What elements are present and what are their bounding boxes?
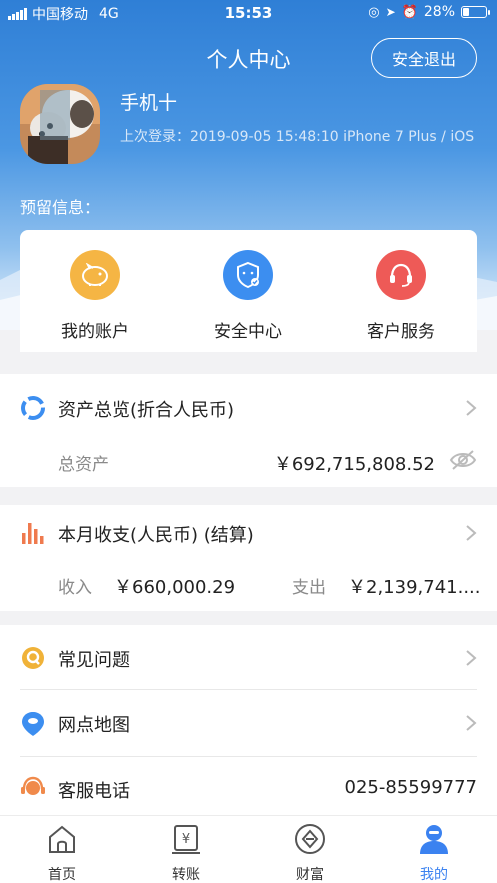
shield-icon <box>223 250 273 300</box>
tab-wealth-label: 财富 <box>296 867 324 883</box>
faq-label: 常见问题 <box>58 650 130 671</box>
total-assets-label: 总资产 <box>58 455 109 475</box>
transfer-icon: ¥ <box>172 825 200 854</box>
tab-home[interactable]: 首页 <box>22 822 102 883</box>
headset-icon <box>376 250 426 300</box>
expense-value: ￥2,139,741.... <box>348 577 481 598</box>
alarm-icon: ⏰ <box>401 4 418 20</box>
expense-label: 支出 <box>292 578 326 598</box>
tab-transfer[interactable]: ¥ 转账 <box>146 822 226 883</box>
bar-chart-icon <box>22 523 44 544</box>
piggy-bank-icon <box>70 250 120 300</box>
last-login-info: 上次登录：2019-09-05 15:48:10 iPhone 7 Plus /… <box>120 129 475 145</box>
customer-service-label: 客户服务 <box>367 322 435 342</box>
security-center-button[interactable]: 安全中心 <box>178 250 318 342</box>
settings-list: 常见问题 网点地图 客服电话 025-85599777 <box>0 625 497 815</box>
svg-text:¥: ¥ <box>182 832 190 847</box>
logout-button[interactable]: 安全退出 <box>371 38 477 78</box>
map-pin-icon <box>22 712 44 736</box>
battery-percent: 28% <box>423 4 455 20</box>
monthly-section[interactable]: 本月收支(人民币) (结算) 收入 ￥660,000.29 支出 ￥2,139,… <box>0 505 497 611</box>
monthly-title: 本月收支(人民币) (结算) <box>58 525 254 546</box>
chevron-right-icon <box>466 650 477 666</box>
tab-transfer-label: 转账 <box>172 867 200 883</box>
list-item-hotline[interactable]: 客服电话 025-85599777 <box>0 757 497 815</box>
tab-home-label: 首页 <box>48 867 76 883</box>
my-account-label: 我的账户 <box>61 322 129 342</box>
branch-map-label: 网点地图 <box>58 715 130 736</box>
chevron-right-icon <box>466 400 477 416</box>
income-label: 收入 <box>58 578 92 598</box>
tab-mine-label: 我的 <box>420 867 448 883</box>
location-icon: ➤ <box>385 5 396 19</box>
tab-bar: 首页 ¥ 转账 财富 我的 <box>0 815 497 883</box>
reserved-info-label: 预留信息： <box>20 198 101 217</box>
status-bar: 中国移动 4G 15:53 ◎ ➤ ⏰ 28% <box>0 0 497 26</box>
list-item-faq[interactable]: 常见问题 <box>0 625 497 689</box>
username: 手机十 <box>120 92 178 114</box>
avatar[interactable] <box>20 84 100 164</box>
tab-wealth[interactable]: 财富 <box>270 822 350 883</box>
income-value: ￥660,000.29 <box>114 577 236 598</box>
my-account-button[interactable]: 我的账户 <box>25 250 165 342</box>
customer-service-button[interactable]: 客户服务 <box>331 250 471 342</box>
faq-icon <box>22 647 44 669</box>
list-item-branch-map[interactable]: 网点地图 <box>0 690 497 756</box>
hotline-number[interactable]: 025-85599777 <box>345 777 477 798</box>
eye-hidden-icon[interactable] <box>449 449 477 471</box>
chevron-right-icon <box>466 715 477 731</box>
home-icon <box>49 825 75 853</box>
user-icon <box>420 825 448 854</box>
battery-icon <box>461 6 490 18</box>
tab-mine[interactable]: 我的 <box>394 822 474 883</box>
assets-title: 资产总览(折合人民币) <box>58 400 235 421</box>
chevron-right-icon <box>466 525 477 541</box>
total-assets-value: ￥692,715,808.52 <box>273 454 435 475</box>
headset-icon <box>21 776 45 795</box>
hotline-label: 客服电话 <box>58 781 130 802</box>
assets-ring-icon <box>21 396 45 420</box>
quick-actions-card: 我的账户 安全中心 客户服务 <box>20 230 477 352</box>
security-center-label: 安全中心 <box>214 322 282 342</box>
orientation-lock-icon: ◎ <box>368 4 380 20</box>
assets-section[interactable]: 资产总览(折合人民币) 总资产 ￥692,715,808.52 <box>0 374 497 487</box>
wealth-icon <box>295 824 325 854</box>
